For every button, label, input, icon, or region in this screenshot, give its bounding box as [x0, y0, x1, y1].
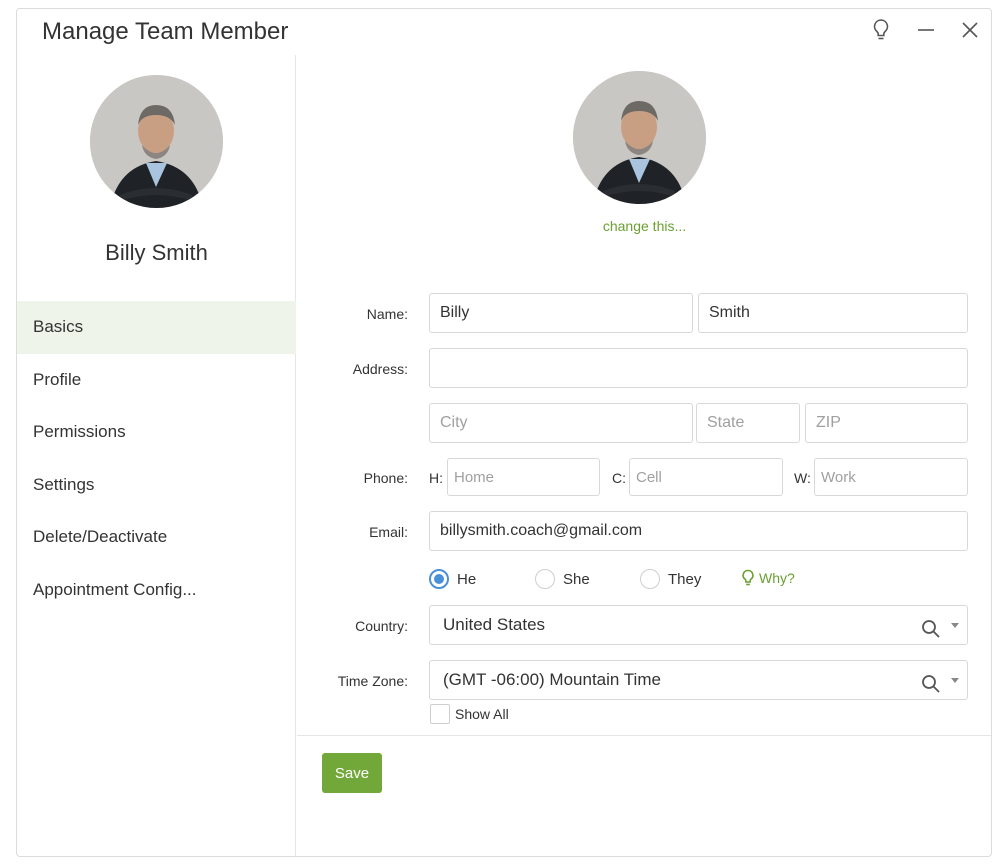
sidebar-item-permissions[interactable]: Permissions	[17, 406, 296, 459]
dialog-title: Manage Team Member	[42, 18, 289, 45]
sidebar-nav: Basics Profile Permissions Settings Dele…	[17, 301, 296, 617]
search-icon[interactable]	[921, 670, 941, 708]
search-icon[interactable]	[921, 615, 941, 653]
address-label: Address:	[352, 361, 408, 377]
member-name: Billy Smith	[105, 240, 208, 265]
last-name-input[interactable]	[698, 293, 968, 333]
pronoun-she-radio[interactable]: She	[535, 569, 590, 589]
first-name-input[interactable]	[429, 293, 693, 333]
minimize-icon[interactable]	[913, 17, 939, 43]
address-input[interactable]	[429, 348, 968, 388]
avatar	[90, 75, 223, 208]
phone-home-input[interactable]	[447, 458, 600, 496]
show-all-label: Show All	[455, 706, 509, 722]
radio-unchecked-icon	[535, 569, 555, 589]
timezone-value: (GMT -06:00) Mountain Time	[443, 670, 661, 689]
lightbulb-icon[interactable]	[868, 17, 894, 43]
chevron-down-icon[interactable]	[951, 678, 959, 683]
sidebar-item-appointment-config[interactable]: Appointment Config...	[17, 564, 296, 617]
footer-divider	[297, 735, 991, 736]
state-input[interactable]	[696, 403, 800, 443]
pronoun-they-label: They	[668, 570, 702, 588]
pronoun-he-radio[interactable]: He	[429, 569, 476, 589]
pronoun-they-radio[interactable]: They	[640, 569, 701, 589]
name-label: Name:	[366, 306, 408, 322]
main-panel: change this... Name: Address: Phone: H: …	[297, 55, 991, 856]
phone-cell-prefix: C:	[612, 470, 626, 486]
country-value: United States	[443, 615, 546, 634]
manage-team-member-dialog: Manage Team Member Billy Smith Basics Pr…	[16, 8, 992, 857]
sidebar: Billy Smith Basics Profile Permissions S…	[17, 55, 296, 856]
phone-work-prefix: W:	[794, 470, 811, 486]
lightbulb-icon	[742, 569, 754, 586]
profile-photo[interactable]	[573, 71, 706, 204]
city-input[interactable]	[429, 403, 693, 443]
close-icon[interactable]	[957, 17, 983, 43]
sidebar-item-settings[interactable]: Settings	[17, 459, 296, 512]
radio-unchecked-icon	[640, 569, 660, 589]
sidebar-item-profile[interactable]: Profile	[17, 354, 296, 407]
country-label: Country:	[355, 618, 408, 634]
why-link[interactable]: Why?	[741, 569, 795, 587]
radio-checked-icon	[429, 569, 449, 589]
pronoun-she-label: She	[563, 570, 590, 588]
email-input[interactable]	[429, 511, 968, 551]
timezone-select[interactable]: (GMT -06:00) Mountain Time	[429, 660, 968, 700]
phone-home-prefix: H:	[429, 470, 443, 486]
phone-work-input[interactable]	[814, 458, 968, 496]
change-photo-link[interactable]: change this...	[297, 218, 992, 234]
timezone-label: Time Zone:	[337, 673, 408, 689]
phone-label: Phone:	[363, 470, 408, 486]
why-label: Why?	[759, 570, 795, 586]
pronoun-he-label: He	[457, 570, 477, 588]
show-all-checkbox[interactable]	[430, 704, 450, 724]
chevron-down-icon[interactable]	[951, 623, 959, 628]
country-select[interactable]: United States	[429, 605, 968, 645]
sidebar-item-basics[interactable]: Basics	[17, 301, 296, 354]
save-button[interactable]: Save	[322, 753, 382, 793]
email-label: Email:	[369, 524, 408, 540]
phone-cell-input[interactable]	[629, 458, 783, 496]
zip-input[interactable]	[805, 403, 968, 443]
sidebar-item-delete-deactivate[interactable]: Delete/Deactivate	[17, 511, 296, 564]
